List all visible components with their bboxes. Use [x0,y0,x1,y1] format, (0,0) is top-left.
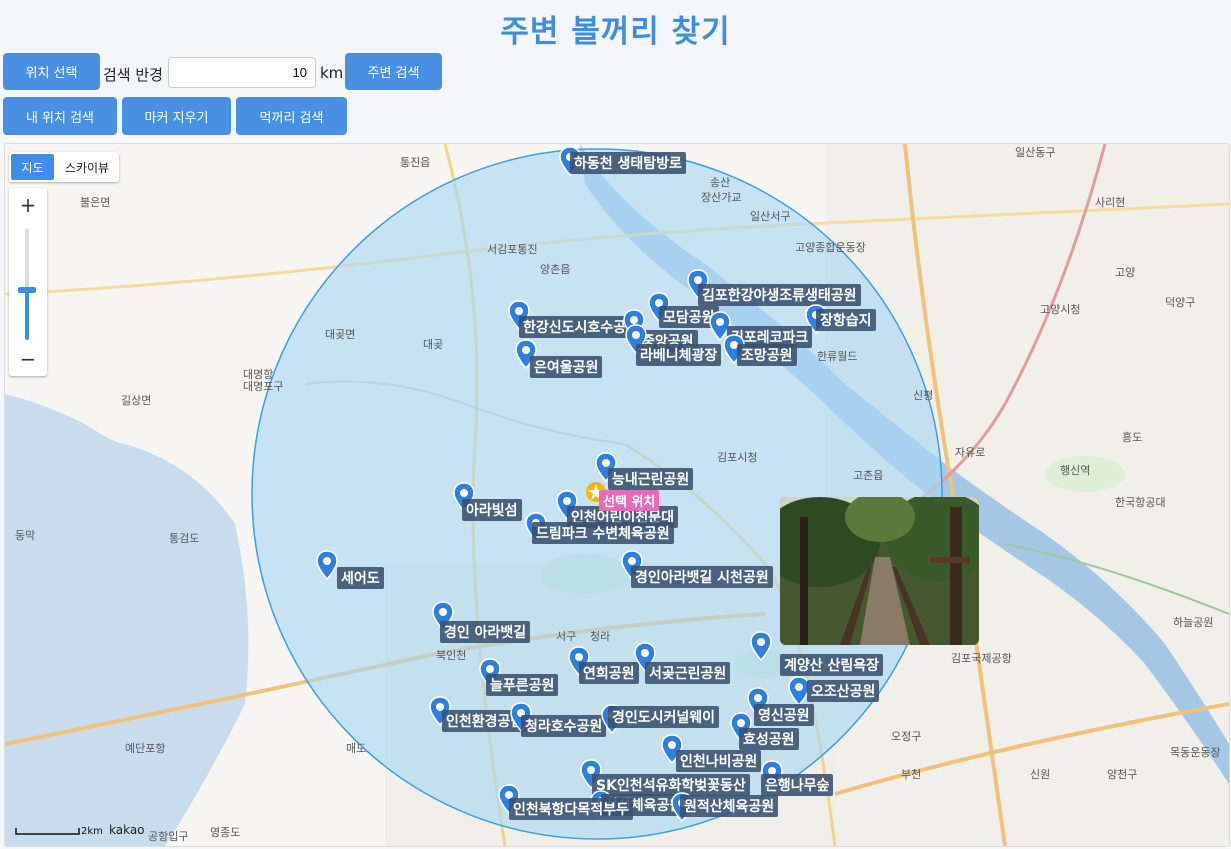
marker-label[interactable]: 은행나무숲 [761,774,834,796]
marker-label[interactable]: 원적산체육공원 [680,795,779,817]
marker-label[interactable]: 서곶근린공원 [645,662,731,684]
marker-label[interactable]: 경인 아라뱃길 [440,621,531,643]
marker-label[interactable]: 청라호수공원 [521,715,607,737]
place-label: 통검도 [169,532,200,545]
map-pin-icon[interactable] [316,550,338,584]
place-label: 고양 [1115,266,1136,279]
forest-stair-image [780,497,979,645]
place-label: 매도 [346,742,367,755]
marker-label[interactable]: 늘푸른공원 [486,674,559,696]
marker-label[interactable]: 경인아라뱃길 시천공원 [631,566,773,588]
nearby-search-button[interactable]: 주변 검색 [345,53,442,90]
place-label: 통진읍 [400,156,431,169]
marker-label[interactable]: 라베니체광장 [636,344,722,366]
zoom-in-button[interactable]: + [9,190,47,220]
marker-label[interactable]: 드림파크 수변체육공원 [532,522,674,544]
marker-label[interactable]: 능내근린공원 [608,468,694,490]
place-label: 신평 [913,389,934,402]
marker-label[interactable]: 세어도 [337,567,384,589]
selected-location-label: 선택 위치 [599,490,660,511]
place-label: 서김포통진 [487,243,538,256]
place-label: 고양시청 [1040,303,1081,316]
map-type-skyview-button[interactable]: 스카이뷰 [57,154,117,180]
zoom-slider-handle[interactable] [18,286,36,293]
radius-unit: km [320,64,344,82]
place-label: 사리현 [1095,196,1126,209]
place-label: 서구 [556,630,577,643]
marker-label[interactable]: 효성공원 [739,728,799,750]
place-label: 덕양구 [1165,296,1196,309]
marker-label[interactable]: 연희공원 [579,662,639,684]
place-label: 송산 [710,176,731,189]
marker-label[interactable]: 하동천 생태탐방로 [570,152,686,174]
map-view[interactable]: 통진읍 불은면 대곶면 길상면 양촌읍 김포시청 고촌읍 고양시청 일산동구 일… [4,143,1230,847]
radius-label: 검색 반경 [103,66,163,84]
place-label: 한국항공대 [1115,496,1166,509]
place-label: 일산서구 [750,210,791,223]
zoom-slider-fill [25,289,29,340]
zoom-control: + − [9,188,47,376]
place-label: 청라 [590,630,611,643]
marker-label[interactable]: 인천나비공원 [676,750,762,772]
place-label: 행신역 [1060,464,1091,477]
place-label: 동막 [15,529,36,542]
place-label: 부천 [901,768,922,781]
place-label: 북인천 [436,649,467,662]
scale-bar [15,828,80,835]
place-label: 공항입구 [148,830,189,843]
place-label: 대곶면 [325,328,356,341]
place-label: 김포국제공항 [951,652,1012,665]
marker-label[interactable]: 경인도시커널웨이 [608,706,720,728]
marker-label[interactable]: 아라빛섬 [462,499,522,521]
place-label: 불은면 [80,196,111,209]
place-label: 예단포항 [125,742,166,755]
place-label: 장산가교 [701,191,742,204]
place-label: 한류월드 [817,350,858,363]
kakao-logo: kakao [109,823,145,837]
place-label: 일산동구 [1015,146,1056,159]
place-label: 김포시청 [717,451,758,464]
place-label: 흥도 [1122,431,1143,444]
marker-label[interactable]: 조망공원 [737,344,797,366]
page-title: 주변 볼꺼리 찾기 [500,14,731,50]
marker-label[interactable]: 은여울공원 [530,356,603,378]
place-label: 영종도 [210,826,241,839]
place-label: 고촌읍 [853,469,884,482]
place-label: 양천구 [1107,768,1138,781]
place-label: 신원 [1030,768,1051,781]
place-label: 양촌읍 [540,263,571,276]
marker-label[interactable]: 김포한강야생조류생태공원 [698,284,861,306]
place-label: 대명포구 [243,380,284,393]
place-label: 고양종합운동장 [795,241,866,254]
marker-label[interactable]: 영신공원 [754,704,814,726]
place-label: 대곶 [423,338,444,351]
place-label: 목동운동장 [1170,746,1221,759]
my-location-search-button[interactable]: 내 위치 검색 [3,97,117,135]
zoom-out-button[interactable]: − [9,344,47,374]
map-type-map-button[interactable]: 지도 [11,154,54,180]
marker-label[interactable]: 인천북항다목적부두 [509,798,633,820]
place-label: 길상면 [121,394,152,407]
map-scale: 2km [15,826,103,839]
map-pin-icon[interactable] [750,631,772,665]
map-type-control: 지도 스카이뷰 [9,152,119,182]
marker-label[interactable]: 오조산공원 [807,680,880,702]
zoom-slider[interactable] [18,228,36,340]
place-photo [780,497,979,645]
place-label: 하늘공원 [1173,616,1214,629]
select-location-button[interactable]: 위치 선택 [3,53,100,90]
food-search-button[interactable]: 먹꺼리 검색 [236,97,347,135]
clear-markers-button[interactable]: 마커 지우기 [122,97,231,135]
marker-label[interactable]: 계양산 산림욕장 [780,654,884,676]
radius-input[interactable] [168,57,316,88]
place-label: 오정구 [891,730,922,743]
marker-label[interactable]: 장항습지 [816,309,876,331]
place-label: 자유로 [955,446,986,459]
